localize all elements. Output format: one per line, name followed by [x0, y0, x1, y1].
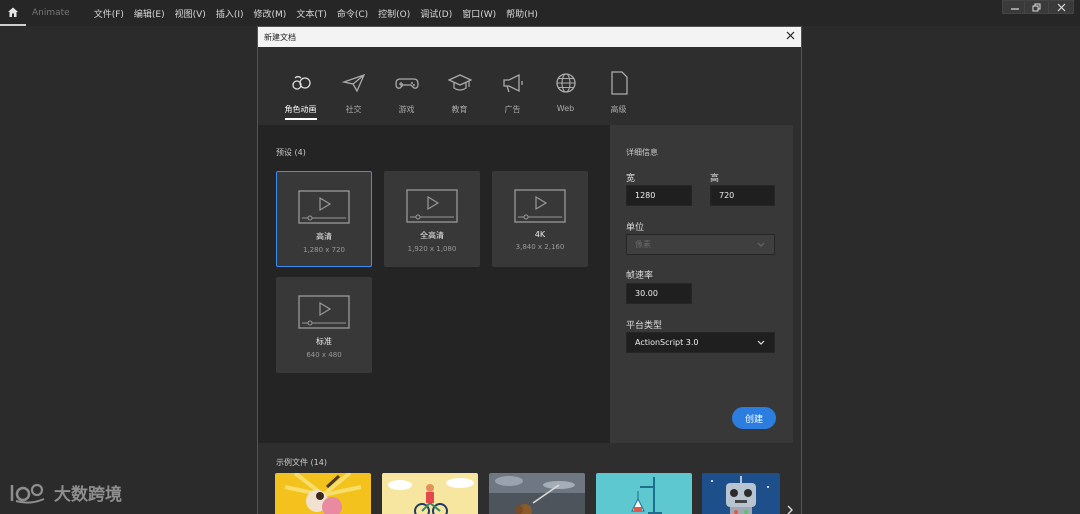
example-thumbnail[interactable] — [382, 473, 478, 514]
globe-icon — [555, 73, 576, 93]
tab-label: 高级 — [610, 105, 627, 114]
preset-size: 640 x 480 — [306, 351, 342, 359]
video-preset-icon — [406, 189, 458, 223]
example-image — [702, 473, 780, 514]
dialog-close-button[interactable] — [786, 30, 795, 43]
dialog-title: 新建文档 — [264, 32, 296, 42]
platform-label: 平台类型 — [626, 321, 663, 331]
preset-card-full-hd[interactable]: 全高清 1,920 x 1,080 — [384, 171, 480, 267]
video-preset-icon — [298, 295, 350, 329]
paper-plane-icon — [341, 73, 365, 93]
tab-social[interactable]: 社交 — [327, 71, 380, 125]
tab-label: 广告 — [504, 105, 521, 114]
unit-value: 像素 — [635, 240, 651, 249]
unit-label: 单位 — [626, 223, 645, 233]
character-animation-icon — [291, 75, 311, 90]
chevron-down-icon — [757, 340, 765, 345]
document-icon — [610, 71, 628, 95]
window-close-button[interactable] — [1048, 0, 1074, 14]
preset-name: 全高清 — [420, 231, 444, 240]
minimize-icon — [1011, 8, 1019, 10]
width-label: 宽 — [626, 174, 636, 184]
restore-button[interactable] — [1024, 0, 1050, 14]
menu-bar: Animate 文件(F) 编辑(E) 视图(V) 插入(I) 修改(M) 文本… — [0, 0, 1080, 26]
example-thumbnail[interactable] — [489, 473, 585, 514]
menu-insert[interactable]: 插入(I) — [216, 7, 244, 20]
menu-edit[interactable]: 编辑(E) — [134, 7, 165, 20]
restore-icon — [1032, 3, 1041, 11]
new-document-dialog: 新建文档 角色动画 社交 游戏 教育 广告 Web 高级 预设 (4) 高清 1… — [257, 26, 802, 514]
preset-name: 标准 — [316, 337, 332, 346]
menu-commands[interactable]: 命令(C) — [337, 7, 368, 20]
preset-card-hd[interactable]: 高清 1,280 x 720 — [276, 171, 372, 267]
watermark: 大数跨境 — [10, 480, 122, 505]
video-preset-icon — [298, 190, 350, 224]
example-thumbnail[interactable] — [275, 473, 371, 514]
chevron-right-icon — [787, 505, 793, 514]
video-preset-icon — [514, 189, 566, 223]
preset-card-4k[interactable]: 4K 3,840 x 2,160 — [492, 171, 588, 267]
tab-advanced[interactable]: 高级 — [592, 71, 645, 125]
preset-card-standard[interactable]: 标准 640 x 480 — [276, 277, 372, 373]
tab-web[interactable]: Web — [539, 71, 592, 125]
megaphone-icon — [502, 73, 523, 93]
tab-games[interactable]: 游戏 — [380, 71, 433, 125]
tab-label: 教育 — [451, 105, 468, 114]
tab-label: Web — [556, 104, 575, 113]
unit-select[interactable]: 像素 — [626, 234, 775, 255]
example-image — [596, 473, 692, 514]
example-thumbnail[interactable] — [702, 473, 780, 514]
home-button[interactable] — [0, 0, 26, 26]
tab-advertising[interactable]: 广告 — [486, 71, 539, 125]
gamepad-icon — [394, 78, 419, 89]
graduation-cap-icon — [447, 74, 472, 91]
preset-size: 1,280 x 720 — [303, 246, 345, 254]
example-thumbnail[interactable] — [596, 473, 692, 514]
preset-size: 1,920 x 1,080 — [407, 245, 457, 253]
close-icon — [786, 31, 795, 40]
platform-value: ActionScript 3.0 — [635, 338, 699, 347]
example-image — [489, 473, 585, 514]
example-image — [275, 473, 371, 514]
menu-text[interactable]: 文本(T) — [296, 7, 327, 20]
details-panel: 详细信息 宽 1280 高 720 单位 像素 帧速率 30.00 平台类型 A… — [610, 125, 793, 443]
width-input[interactable]: 1280 — [626, 185, 692, 206]
tab-label: 游戏 — [398, 105, 415, 114]
close-icon — [1057, 3, 1065, 11]
examples-title: 示例文件 (14) — [276, 458, 327, 467]
framerate-label: 帧速率 — [626, 271, 654, 281]
menu-debug[interactable]: 调试(D) — [420, 7, 452, 20]
menu-view[interactable]: 视图(V) — [175, 7, 206, 20]
presets-title: 预设 (4) — [276, 148, 306, 157]
preset-size: 3,840 x 2,160 — [515, 243, 565, 251]
menu-window[interactable]: 窗口(W) — [462, 7, 496, 20]
watermark-logo-icon — [10, 483, 45, 504]
menu-modify[interactable]: 修改(M) — [254, 7, 287, 20]
category-tabs: 角色动画 社交 游戏 教育 广告 Web 高级 — [274, 71, 645, 125]
tab-character-animation[interactable]: 角色动画 — [274, 71, 327, 125]
examples-next-button[interactable] — [786, 505, 794, 514]
tab-label: 角色动画 — [284, 104, 317, 120]
app-name: Animate — [32, 8, 70, 18]
dialog-titlebar: 新建文档 — [258, 27, 801, 47]
chevron-down-icon — [757, 242, 765, 247]
details-title: 详细信息 — [626, 148, 658, 157]
height-input[interactable]: 720 — [710, 185, 775, 206]
framerate-input[interactable]: 30.00 — [626, 283, 692, 304]
presets-panel: 预设 (4) 高清 1,280 x 720 全高清 1,920 x 1,080 … — [258, 125, 610, 443]
home-icon — [8, 7, 18, 17]
menu-help[interactable]: 帮助(H) — [506, 7, 538, 20]
example-image — [382, 473, 478, 514]
tab-label: 社交 — [345, 105, 362, 114]
menu-control[interactable]: 控制(O) — [378, 7, 410, 20]
watermark-text: 大数跨境 — [54, 485, 122, 505]
platform-select[interactable]: ActionScript 3.0 — [626, 332, 775, 353]
height-label: 高 — [710, 174, 720, 184]
preset-name: 高清 — [316, 232, 332, 241]
create-button[interactable]: 创建 — [732, 407, 776, 429]
tab-education[interactable]: 教育 — [433, 71, 486, 125]
preset-name: 4K — [534, 230, 546, 239]
menu-file[interactable]: 文件(F) — [94, 7, 124, 20]
